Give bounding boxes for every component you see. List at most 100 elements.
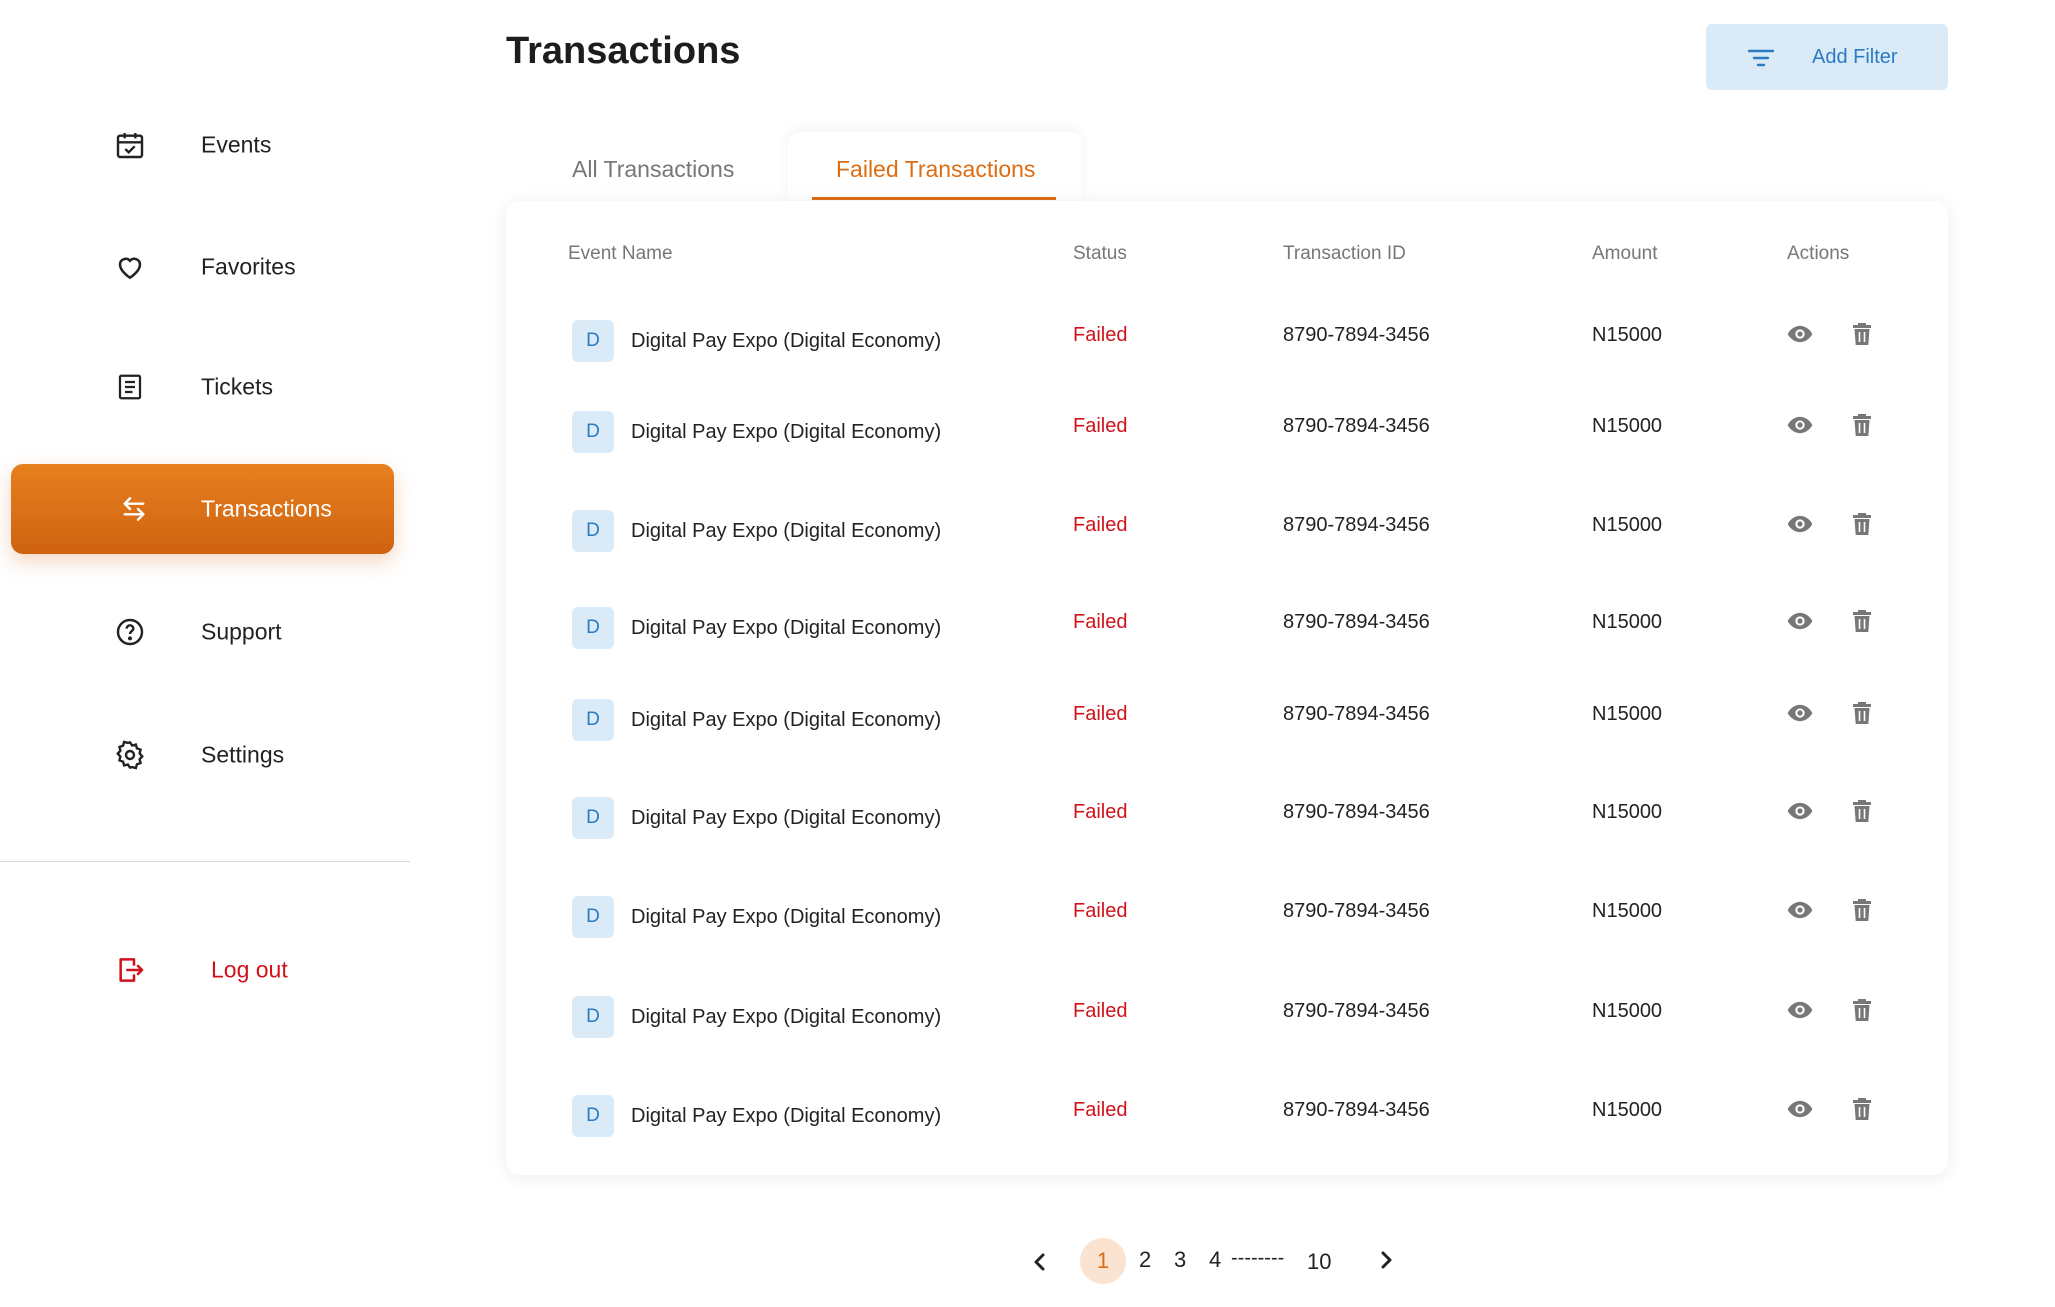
status-failed: Failed xyxy=(1073,1000,1128,1022)
status-failed: Failed xyxy=(1073,1099,1128,1121)
view-icon[interactable] xyxy=(1785,606,1815,636)
sidebar-item-support[interactable]: Support xyxy=(11,587,394,677)
transaction-id: 8790-7894-3456 xyxy=(1283,1000,1430,1022)
event-name: Digital Pay Expo (Digital Economy) xyxy=(631,906,942,928)
sidebar-item-label: Settings xyxy=(201,741,285,768)
page-link-last[interactable]: 10 xyxy=(1307,1249,1331,1275)
status-failed: Failed xyxy=(1073,900,1128,922)
table-row: D Digital Pay Expo (Digital Economy) Faile… xyxy=(506,880,1948,940)
previous-page-button[interactable] xyxy=(1028,1247,1052,1277)
table-row: D Digital Pay Expo (Digital Economy) Faile… xyxy=(506,304,1948,364)
amount: N15000 xyxy=(1592,1099,1663,1121)
sidebar-item-favorites[interactable]: Favorites xyxy=(11,222,394,312)
transaction-id: 8790-7894-3456 xyxy=(1283,900,1430,922)
view-icon[interactable] xyxy=(1785,995,1815,1025)
event-avatar: D xyxy=(572,996,614,1038)
delete-icon[interactable] xyxy=(1847,796,1877,826)
transaction-id: 8790-7894-3456 xyxy=(1283,514,1430,536)
event-avatar: D xyxy=(572,1095,614,1137)
table-row: D Digital Pay Expo (Digital Economy) Faile… xyxy=(506,591,1948,651)
logout-button[interactable]: Log out xyxy=(11,925,394,1015)
event-name: Digital Pay Expo (Digital Economy) xyxy=(631,1105,942,1127)
view-icon[interactable] xyxy=(1785,1094,1815,1124)
sidebar-item-events[interactable]: Events xyxy=(11,100,394,190)
amount: N15000 xyxy=(1592,415,1663,437)
logout-icon xyxy=(110,950,150,990)
page-current[interactable]: 1 xyxy=(1080,1238,1126,1284)
view-icon[interactable] xyxy=(1785,796,1815,826)
status-failed: Failed xyxy=(1073,324,1128,346)
transaction-id: 8790-7894-3456 xyxy=(1283,415,1430,437)
table-row: D Digital Pay Expo (Digital Economy) Faile… xyxy=(506,980,1948,1040)
transaction-id: 8790-7894-3456 xyxy=(1283,611,1430,633)
page-link[interactable]: 3 xyxy=(1174,1247,1186,1273)
column-header-transaction-id: Transaction ID xyxy=(1283,243,1406,264)
column-header-status: Status xyxy=(1073,243,1127,264)
transaction-id: 8790-7894-3456 xyxy=(1283,1099,1430,1121)
gear-icon xyxy=(110,735,150,775)
sidebar-item-settings[interactable]: Settings xyxy=(11,710,394,800)
event-name: Digital Pay Expo (Digital Economy) xyxy=(631,709,942,731)
column-header-event-name: Event Name xyxy=(568,243,673,264)
tab-failed-transactions[interactable]: Failed Transactions xyxy=(788,132,1082,200)
sidebar-item-tickets[interactable]: Tickets xyxy=(11,342,394,432)
help-circle-icon xyxy=(110,612,150,652)
transaction-id: 8790-7894-3456 xyxy=(1283,324,1430,346)
event-name: Digital Pay Expo (Digital Economy) xyxy=(631,330,942,352)
delete-icon[interactable] xyxy=(1847,606,1877,636)
active-tab-indicator xyxy=(812,197,1056,200)
delete-icon[interactable] xyxy=(1847,1094,1877,1124)
amount: N15000 xyxy=(1592,611,1663,633)
sidebar-item-label: Support xyxy=(201,618,282,645)
ticket-list-icon xyxy=(110,367,150,407)
table-row: D Digital Pay Expo (Digital Economy) Faile… xyxy=(506,1079,1948,1139)
event-name: Digital Pay Expo (Digital Economy) xyxy=(631,617,942,639)
transaction-id: 8790-7894-3456 xyxy=(1283,801,1430,823)
delete-icon[interactable] xyxy=(1847,509,1877,539)
sidebar-divider xyxy=(0,861,410,862)
amount: N15000 xyxy=(1592,514,1663,536)
calendar-check-icon xyxy=(110,125,150,165)
column-header-actions: Actions xyxy=(1787,243,1850,264)
page-link[interactable]: 4 xyxy=(1209,1247,1221,1273)
view-icon[interactable] xyxy=(1785,319,1815,349)
event-avatar: D xyxy=(572,510,614,552)
event-name: Digital Pay Expo (Digital Economy) xyxy=(631,421,942,443)
page-link[interactable]: 2 xyxy=(1139,1247,1151,1273)
sidebar-item-label: Transactions xyxy=(201,495,332,522)
delete-icon[interactable] xyxy=(1847,410,1877,440)
sidebar-item-label: Favorites xyxy=(201,253,296,280)
event-name: Digital Pay Expo (Digital Economy) xyxy=(631,520,942,542)
event-name: Digital Pay Expo (Digital Economy) xyxy=(631,807,942,829)
event-avatar: D xyxy=(572,896,614,938)
event-avatar: D xyxy=(572,797,614,839)
tab-label: Failed Transactions xyxy=(836,156,1036,182)
amount: N15000 xyxy=(1592,324,1663,346)
event-avatar: D xyxy=(572,411,614,453)
add-filter-button[interactable]: Add Filter xyxy=(1706,24,1948,90)
view-icon[interactable] xyxy=(1785,895,1815,925)
event-name: Digital Pay Expo (Digital Economy) xyxy=(631,1006,942,1028)
view-icon[interactable] xyxy=(1785,698,1815,728)
next-page-button[interactable] xyxy=(1374,1245,1398,1275)
sidebar-item-transactions[interactable]: Transactions xyxy=(11,464,394,554)
delete-icon[interactable] xyxy=(1847,995,1877,1025)
sidebar-item-label: Events xyxy=(201,131,272,158)
delete-icon[interactable] xyxy=(1847,895,1877,925)
amount: N15000 xyxy=(1592,900,1663,922)
add-filter-label: Add Filter xyxy=(1812,46,1898,68)
amount: N15000 xyxy=(1592,703,1663,725)
delete-icon[interactable] xyxy=(1847,319,1877,349)
status-failed: Failed xyxy=(1073,703,1128,725)
status-failed: Failed xyxy=(1073,514,1128,536)
view-icon[interactable] xyxy=(1785,410,1815,440)
tab-label: All Transactions xyxy=(572,156,735,182)
delete-icon[interactable] xyxy=(1847,698,1877,728)
pagination: 1 2 3 4 -------- 10 xyxy=(0,1233,2055,1293)
tab-all-transactions[interactable]: All Transactions xyxy=(550,132,750,200)
table-row: D Digital Pay Expo (Digital Economy) Faile… xyxy=(506,395,1948,455)
filter-icon xyxy=(1747,46,1775,75)
view-icon[interactable] xyxy=(1785,509,1815,539)
table-row: D Digital Pay Expo (Digital Economy) Faile… xyxy=(506,781,1948,841)
event-avatar: D xyxy=(572,699,614,741)
